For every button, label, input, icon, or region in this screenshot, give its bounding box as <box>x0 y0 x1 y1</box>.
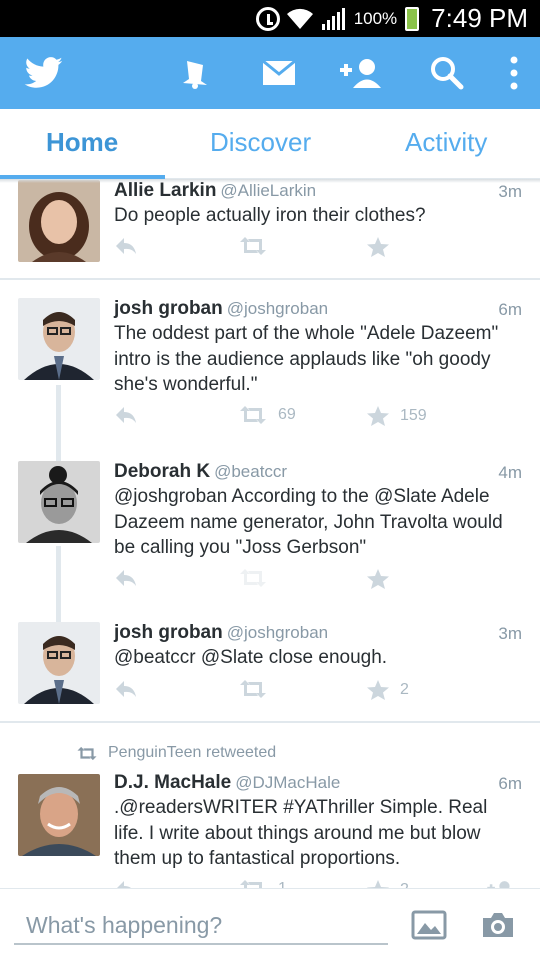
tweet-actions: 69 159 <box>114 405 514 433</box>
retweeted-by: PenguinTeen retweeted <box>76 744 276 762</box>
retweet-button[interactable]: 1 <box>238 879 287 888</box>
favorite-button[interactable]: 2 <box>366 679 409 701</box>
tweet-text: @beatccr @Slate close enough. <box>114 647 388 668</box>
divider <box>0 721 540 723</box>
tab-discover[interactable]: Discover <box>210 127 311 158</box>
avatar[interactable] <box>18 774 100 856</box>
tweet-actions <box>114 568 514 596</box>
messages-envelope-icon[interactable] <box>259 55 299 91</box>
reply-icon[interactable] <box>114 236 138 256</box>
tweet-text: Do people actually iron their clothes? <box>114 205 426 226</box>
tweet-actions <box>114 236 514 264</box>
favorite-count: 2 <box>400 881 409 888</box>
tweet-time: 4m <box>498 463 522 482</box>
retweet-button[interactable] <box>238 679 268 699</box>
author-name[interactable]: josh groban <box>114 298 223 319</box>
twitter-bird-icon[interactable] <box>22 55 66 91</box>
author-handle[interactable]: @beatccr <box>214 462 287 481</box>
favorite-count: 159 <box>400 407 427 424</box>
retweet-button-disabled[interactable] <box>238 568 268 588</box>
tweet-time: 6m <box>498 774 522 793</box>
camera-icon[interactable] <box>480 909 516 941</box>
reply-icon[interactable] <box>114 879 138 888</box>
battery-icon <box>405 6 420 31</box>
divider <box>0 278 540 280</box>
retweet-button[interactable]: 69 <box>238 405 296 425</box>
clock-time: 7:49 PM <box>431 3 528 33</box>
tweet-time: 3m <box>498 182 522 201</box>
notifications-bell-icon[interactable] <box>176 55 216 91</box>
tab-home[interactable]: Home <box>46 127 118 158</box>
follow-user-icon[interactable] <box>486 879 514 888</box>
conversation-thread-line <box>56 385 61 465</box>
reply-icon[interactable] <box>114 405 138 425</box>
retweet-count: 1 <box>278 880 287 888</box>
retweeted-by-label[interactable]: PenguinTeen retweeted <box>108 744 276 762</box>
favorite-button[interactable]: 159 <box>366 405 427 427</box>
favorite-button[interactable] <box>366 236 390 258</box>
author-handle[interactable]: @joshgroban <box>227 299 328 318</box>
battery-percent: 100% <box>353 8 398 28</box>
search-icon[interactable] <box>427 55 467 91</box>
author-handle[interactable]: @DJMacHale <box>235 773 340 792</box>
image-icon[interactable] <box>411 909 447 941</box>
tweet-composer-bar <box>0 888 540 960</box>
conversation-thread-line <box>56 546 61 624</box>
retweet-icon <box>77 746 97 760</box>
tweet-actions: 2 <box>114 679 514 707</box>
tweet-time: 3m <box>498 624 522 643</box>
author-name[interactable]: Deborah K <box>114 461 210 482</box>
retweet-count: 69 <box>278 406 296 423</box>
wifi-icon <box>286 8 314 30</box>
add-user-icon[interactable] <box>338 55 382 91</box>
tab-shadow <box>0 179 540 183</box>
tweet-time: 6m <box>498 300 522 319</box>
author-name[interactable]: josh groban <box>114 622 223 643</box>
favorite-button[interactable] <box>366 568 390 590</box>
author-handle[interactable]: @AllieLarkin <box>220 181 316 200</box>
tweet-text: .@readersWRITER #YAThriller Simple. Real… <box>114 797 488 869</box>
favorite-button[interactable]: 2 <box>366 879 409 888</box>
home-timeline[interactable]: Allie Larkin @AllieLarkin 3m Do people ac… <box>0 180 540 888</box>
app-bar <box>0 37 540 109</box>
author-handle[interactable]: @joshgroban <box>227 623 328 642</box>
avatar[interactable] <box>18 298 100 380</box>
status-bar: 100% 7:49 PM <box>0 0 540 37</box>
retweet-button[interactable] <box>238 236 268 256</box>
reply-icon[interactable] <box>114 679 138 699</box>
reply-icon[interactable] <box>114 568 138 588</box>
alarm-icon <box>255 6 280 31</box>
tab-bar: Home Discover Activity <box>0 109 540 179</box>
avatar[interactable] <box>18 461 100 543</box>
tweet-text: @joshgroban According to the @Slate Adel… <box>114 486 503 558</box>
favorite-count: 2 <box>400 681 409 698</box>
compose-tweet-input[interactable] <box>14 907 388 945</box>
tweet-actions: 1 2 <box>114 879 514 888</box>
overflow-menu-icon[interactable] <box>494 55 534 91</box>
author-name[interactable]: D.J. MacHale <box>114 772 231 793</box>
tab-activity[interactable]: Activity <box>405 127 487 158</box>
avatar[interactable] <box>18 180 100 262</box>
signal-icon <box>320 7 348 30</box>
author-name[interactable]: Allie Larkin <box>114 180 216 201</box>
tweet-text: The oddest part of the whole "Adele Daze… <box>114 323 499 395</box>
avatar[interactable] <box>18 622 100 704</box>
